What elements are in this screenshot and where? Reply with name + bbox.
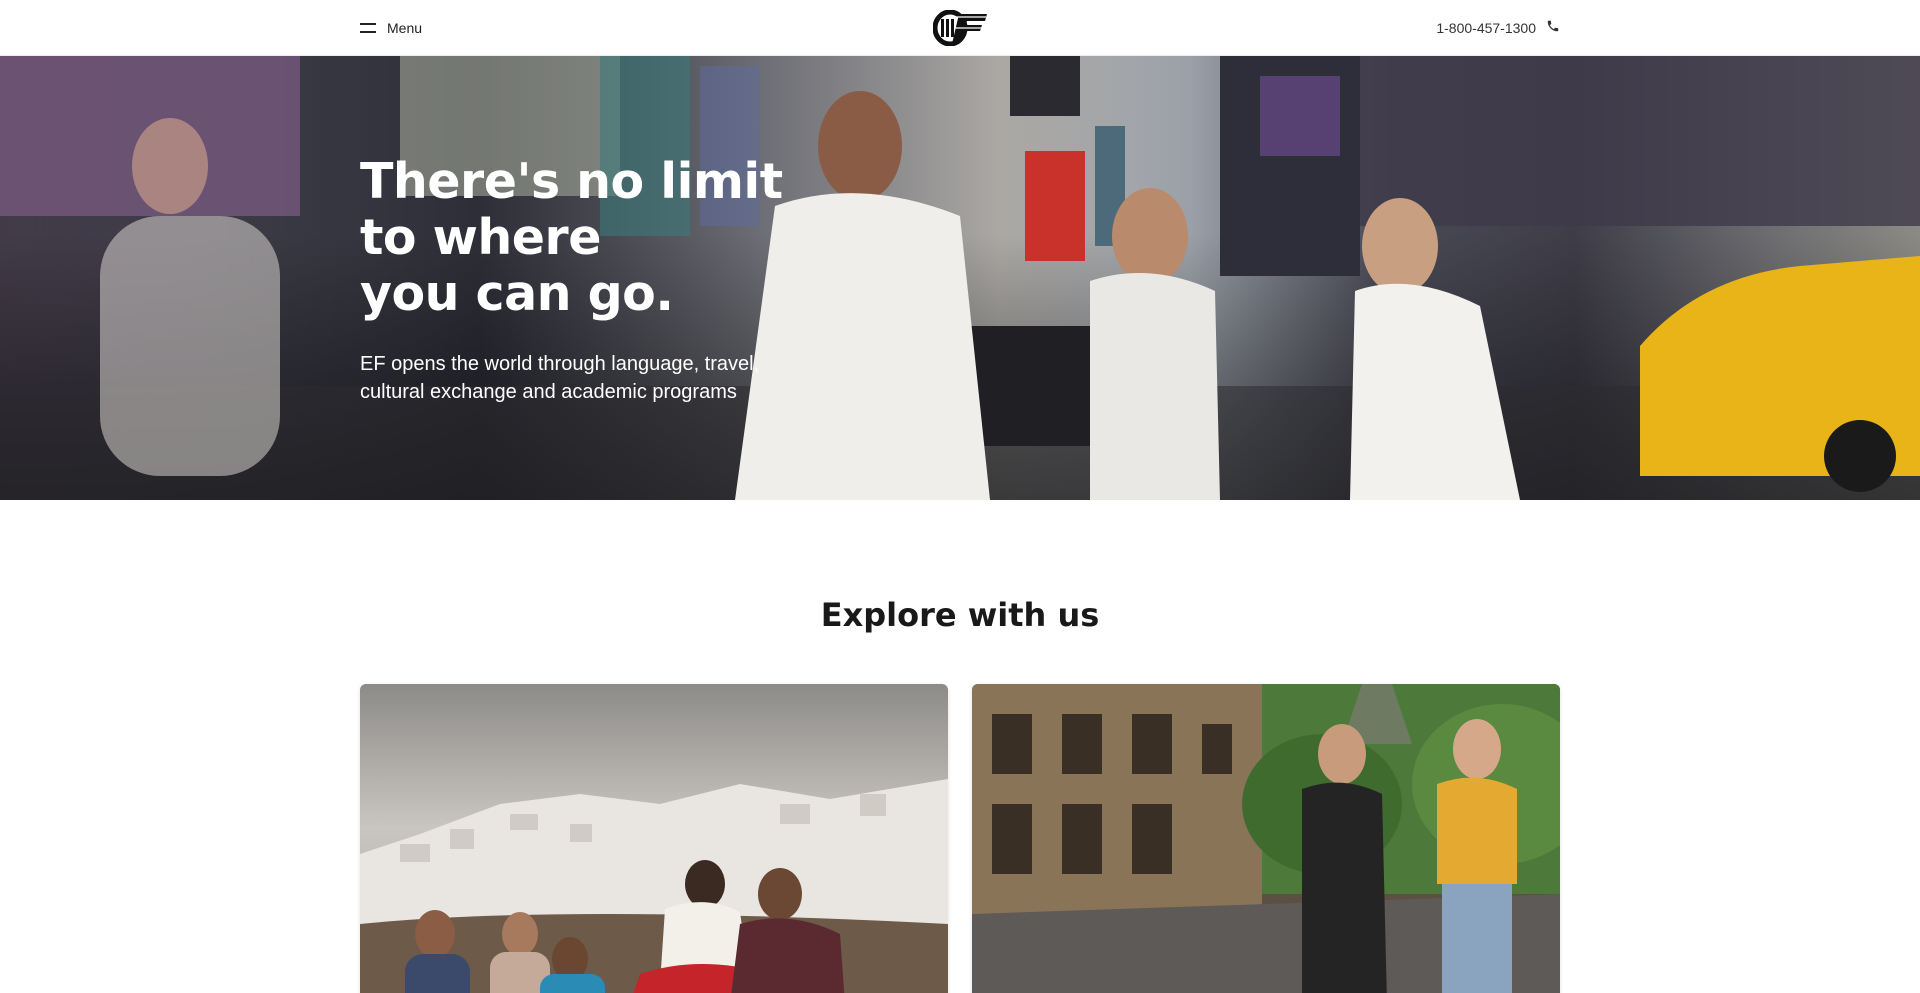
hamburger-icon (360, 23, 376, 33)
phone-number: 1-800-457-1300 (1436, 20, 1536, 36)
hero-title: There's no limit to where you can go. (360, 154, 880, 322)
hero-title-line: to where (360, 209, 601, 266)
hero-title-line: There's no limit (360, 153, 783, 210)
menu-button[interactable]: Menu (360, 17, 422, 39)
hero-content: There's no limit to where you can go. EF… (360, 154, 880, 406)
hero-subtitle: EF opens the world through language, tra… (360, 353, 760, 403)
hero-title-line: you can go. (360, 265, 674, 322)
phone-link[interactable]: 1-800-457-1300 (1436, 17, 1560, 39)
hero-image (0, 56, 1920, 500)
explore-heading: Explore with us (820, 596, 1100, 634)
site-header: Menu 1-800-457-1300 (0, 0, 1920, 56)
ef-logo[interactable] (932, 9, 989, 47)
program-card-paris[interactable] (972, 684, 1560, 993)
phone-icon (1546, 19, 1560, 38)
card-image (972, 684, 1560, 993)
menu-label: Menu (387, 20, 423, 36)
card-image (360, 684, 948, 993)
program-card-santorini[interactable] (360, 684, 948, 993)
hero-banner: There's no limit to where you can go. EF… (0, 56, 1920, 500)
